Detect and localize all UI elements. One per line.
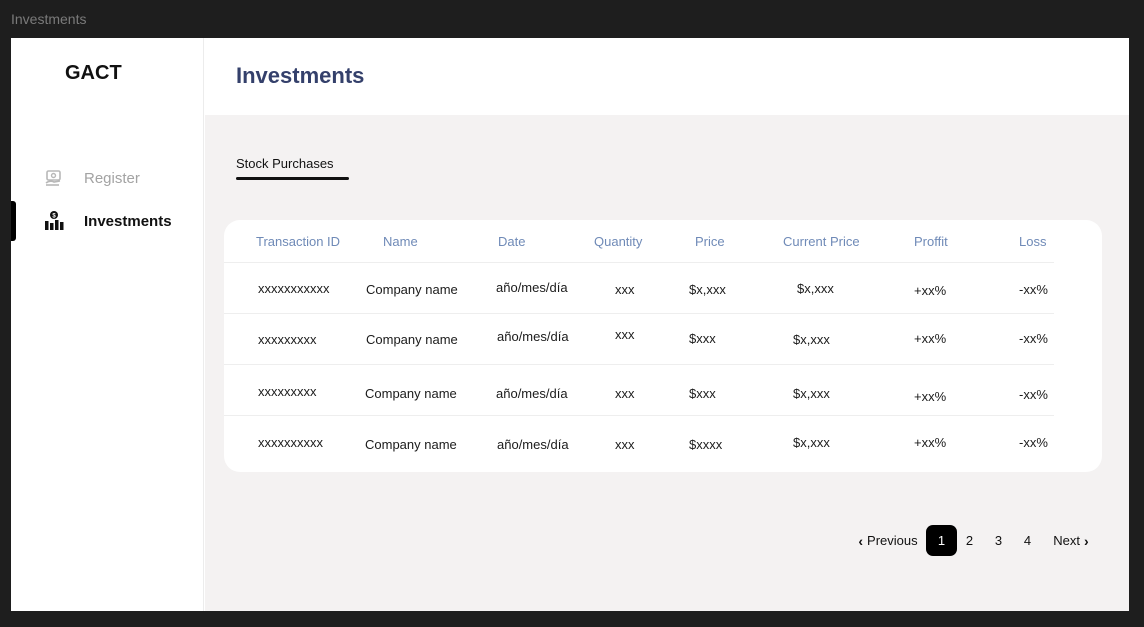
cell-transaction-id: xxxxxxxxx bbox=[258, 332, 317, 347]
cell-loss: -xx% bbox=[1019, 331, 1048, 346]
page-1-button[interactable]: 1 bbox=[926, 525, 957, 556]
tab-active-underline bbox=[236, 177, 349, 180]
previous-page-button[interactable]: ‹ Previous bbox=[856, 525, 920, 556]
cell-current-price: $x,xxx bbox=[793, 386, 830, 401]
table-row[interactable]: xxxxxxxxxxx Company name año/mes/día xxx… bbox=[224, 262, 1054, 312]
page-2-button[interactable]: 2 bbox=[955, 525, 984, 556]
cell-date: año/mes/día bbox=[497, 437, 569, 452]
cell-quantity: xxx bbox=[615, 282, 635, 297]
table-row[interactable]: xxxxxxxxxx Company name año/mes/día xxx … bbox=[224, 415, 1054, 465]
chevron-left-icon: ‹ bbox=[858, 532, 864, 549]
cell-loss: -xx% bbox=[1019, 435, 1048, 450]
cell-price: $xxxx bbox=[689, 437, 723, 452]
previous-label: Previous bbox=[867, 533, 918, 548]
frame-title: Investments bbox=[11, 11, 87, 27]
pagination: ‹ Previous 1 2 3 4 Next › bbox=[205, 525, 1129, 556]
column-header-transaction-id: Transaction ID bbox=[256, 234, 341, 249]
cell-date: año/mes/día bbox=[496, 280, 568, 295]
page-4-button[interactable]: 4 bbox=[1013, 525, 1042, 556]
brand-logo: GACT bbox=[65, 62, 122, 84]
transactions-table: Transaction ID Name Date Quantity Price … bbox=[224, 220, 1102, 472]
cell-quantity: xxx bbox=[615, 437, 635, 452]
column-header-loss: Loss bbox=[1019, 234, 1047, 249]
sidebar-item-investments[interactable]: $ Investments bbox=[11, 201, 204, 241]
column-header-quantity: Quantity bbox=[594, 234, 643, 249]
cell-loss: -xx% bbox=[1019, 282, 1048, 297]
main-content: Stock Purchases Transaction ID Name Date… bbox=[205, 115, 1129, 611]
column-header-date: Date bbox=[498, 234, 526, 249]
cell-current-price: $x,xxx bbox=[793, 435, 830, 450]
cell-quantity: xxx bbox=[615, 386, 635, 401]
cell-proffit: +xx% bbox=[914, 331, 947, 346]
cell-price: $xxx bbox=[689, 331, 716, 346]
cell-date: año/mes/día bbox=[496, 386, 568, 401]
column-header-price: Price bbox=[695, 234, 725, 249]
cell-current-price: $x,xxx bbox=[797, 281, 834, 296]
cell-current-price: $x,xxx bbox=[793, 332, 830, 347]
cell-name: Company name bbox=[365, 437, 457, 452]
sidebar-item-register[interactable]: Register bbox=[11, 158, 204, 198]
next-page-button[interactable]: Next › bbox=[1049, 525, 1093, 556]
cell-proffit: +xx% bbox=[914, 389, 947, 404]
cell-price: $xxx bbox=[689, 386, 716, 401]
cell-name: Company name bbox=[365, 386, 457, 401]
next-label: Next bbox=[1053, 533, 1081, 548]
app-window: GACT Register $ Investments Investments … bbox=[11, 38, 1129, 611]
investments-icon: $ bbox=[43, 210, 65, 232]
table-row[interactable]: xxxxxxxxx Company name año/mes/día xxx $… bbox=[224, 364, 1054, 414]
cell-date: año/mes/día bbox=[497, 329, 569, 344]
register-icon bbox=[43, 167, 65, 189]
cell-name: Company name bbox=[366, 282, 458, 297]
chevron-right-icon: › bbox=[1084, 532, 1089, 549]
sidebar-item-label: Investments bbox=[84, 212, 172, 230]
cell-name: Company name bbox=[366, 332, 458, 347]
cell-proffit: +xx% bbox=[914, 435, 947, 450]
column-header-current-price: Current Price bbox=[783, 234, 860, 249]
cell-quantity: xxx bbox=[615, 327, 635, 342]
page-3-button[interactable]: 3 bbox=[984, 525, 1013, 556]
cell-loss: -xx% bbox=[1019, 387, 1048, 402]
cell-price: $x,xxx bbox=[689, 282, 726, 297]
page-title: Investments bbox=[236, 63, 365, 88]
cell-transaction-id: xxxxxxxxxxx bbox=[258, 281, 330, 296]
page-header: Investments bbox=[205, 38, 1129, 115]
cell-proffit: +xx% bbox=[914, 283, 947, 298]
sidebar: GACT Register $ Investments bbox=[11, 38, 204, 611]
table-row[interactable]: xxxxxxxxx Company name año/mes/día xxx $… bbox=[224, 313, 1054, 363]
cell-transaction-id: xxxxxxxxxx bbox=[258, 435, 323, 450]
cell-transaction-id: xxxxxxxxx bbox=[258, 384, 317, 399]
column-header-proffit: Proffit bbox=[914, 234, 948, 249]
tab-stock-purchases[interactable]: Stock Purchases bbox=[236, 156, 334, 171]
sidebar-item-label: Register bbox=[84, 169, 140, 187]
column-header-name: Name bbox=[383, 234, 418, 249]
active-indicator bbox=[11, 201, 16, 241]
